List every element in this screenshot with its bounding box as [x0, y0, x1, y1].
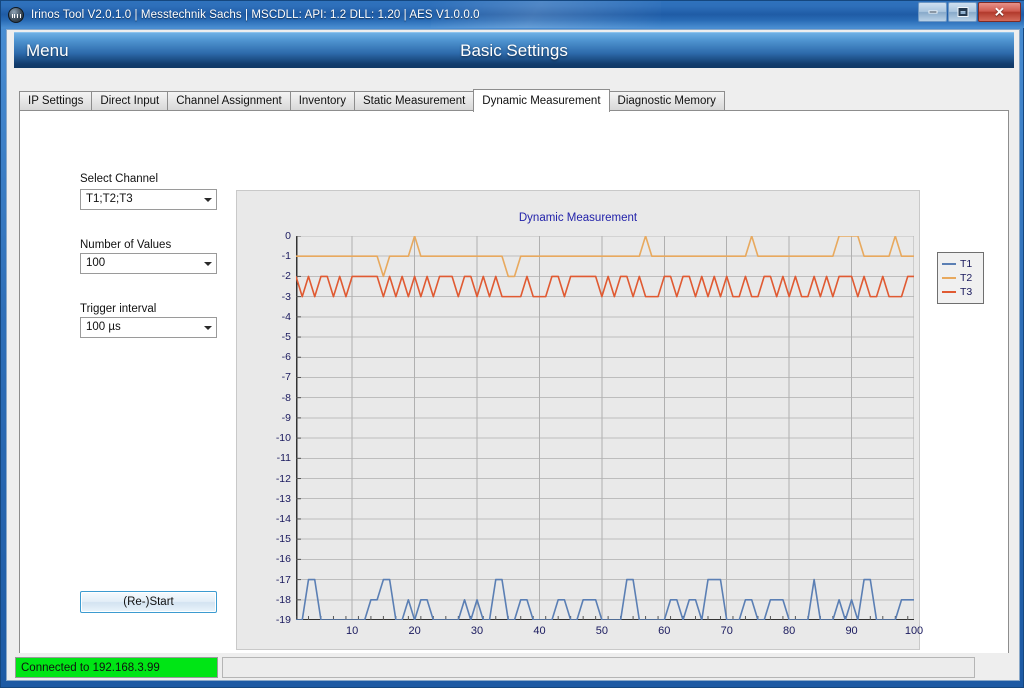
trigger-interval-dropdown[interactable]: 100 µs	[80, 317, 217, 338]
connection-status-badge: Connected to 192.168.3.99	[15, 657, 218, 678]
status-message-area	[222, 657, 975, 678]
y-axis-tick-label: -6	[281, 351, 291, 364]
y-axis-tick-label: -10	[275, 432, 291, 445]
y-axis-tick-label: -16	[275, 553, 291, 566]
waveform-icon	[8, 6, 24, 23]
x-axis-tick-label: 80	[783, 625, 796, 637]
header-band: Menu Basic Settings	[14, 32, 1014, 68]
y-axis-tick-label: -8	[281, 391, 291, 404]
y-axis-tick-label: -19	[275, 614, 291, 626]
legend-label: T2	[960, 272, 973, 284]
tab-direct-input[interactable]: Direct Input	[91, 91, 169, 111]
legend-label: T3	[960, 286, 973, 298]
chart-svg	[296, 236, 914, 620]
tab-dynamic-measurement[interactable]: Dynamic Measurement	[473, 89, 610, 112]
legend-label: T1	[960, 258, 973, 270]
trigger-interval-value: 100 µs	[86, 321, 121, 333]
y-axis-tick-label: -15	[275, 533, 291, 546]
y-axis-tick-label: 0	[285, 230, 291, 242]
trigger-interval-label: Trigger interval	[80, 303, 157, 315]
x-axis-tick-label: 10	[346, 625, 359, 637]
legend-color-swatch	[942, 291, 956, 293]
chevron-down-icon[interactable]	[199, 318, 216, 337]
minimize-button[interactable]	[918, 2, 947, 22]
tab-ip-settings[interactable]: IP Settings	[19, 91, 93, 111]
x-axis-tick-label: 30	[470, 625, 484, 637]
x-axis-tick-label: 60	[658, 625, 671, 637]
y-axis-tick-label: -11	[276, 452, 291, 465]
y-axis-tick-label: -12	[275, 472, 291, 485]
status-bar: Connected to 192.168.3.99	[6, 653, 1020, 681]
y-axis-tick-label: -18	[275, 593, 291, 606]
tab-channel-assignment[interactable]: Channel Assignment	[167, 91, 291, 111]
legend-item: T1	[942, 257, 979, 271]
legend-color-swatch	[942, 277, 956, 279]
restart-button[interactable]: (Re-)Start	[80, 591, 217, 613]
tab-diagnostic-memory[interactable]: Diagnostic Memory	[608, 91, 725, 111]
chevron-down-icon[interactable]	[199, 190, 216, 209]
legend-color-swatch	[942, 263, 956, 265]
x-axis-tick-label: 50	[595, 625, 608, 637]
x-axis-tick-label: 100	[904, 625, 924, 637]
number-of-values-value: 100	[86, 257, 106, 269]
close-button[interactable]: ✕	[978, 2, 1021, 22]
select-channel-label: Select Channel	[80, 173, 158, 185]
number-of-values-label: Number of Values	[80, 239, 172, 251]
tab-page-dynamic-measurement: Select Channel T1;T2;T3 Number of Values…	[19, 110, 1009, 660]
tab-static-measurement[interactable]: Static Measurement	[354, 91, 475, 111]
y-axis-tick-label: -1	[281, 250, 291, 263]
x-axis-tick-label: 20	[408, 625, 421, 637]
select-channel-dropdown[interactable]: T1;T2;T3	[80, 189, 217, 210]
y-axis-tick-label: -2	[281, 270, 291, 283]
y-axis-tick-label: -5	[281, 331, 291, 344]
minimize-icon	[928, 10, 937, 14]
x-axis-tick-label: 70	[720, 625, 733, 637]
page-title: Basic Settings	[460, 40, 568, 60]
chart-title: Dynamic Measurement	[518, 212, 638, 224]
legend-item: T2	[942, 271, 979, 285]
application-window: Irinos Tool V2.0.1.0 | Messtechnik Sachs…	[0, 0, 1024, 688]
y-axis-tick-label: -3	[281, 290, 291, 303]
client-area: Menu Basic Settings IP Settings Direct I…	[6, 29, 1020, 681]
window-title: Irinos Tool V2.0.1.0 | Messtechnik Sachs…	[31, 8, 480, 21]
y-axis-tick-label: -17	[275, 573, 291, 586]
chart-panel: Dynamic Measurement 0 -1 -2 -3 -4 -5 -6 -7 -8 -9 -…	[236, 190, 984, 650]
maximize-icon	[958, 8, 967, 16]
y-axis-tick-label: -14	[275, 512, 291, 525]
close-icon: ✕	[994, 4, 1005, 20]
x-axis-tick-label: 40	[533, 625, 546, 637]
y-axis-tick-label: -13	[275, 492, 291, 505]
chart-plot-area: 0 -1 -2 -3 -4 -5 -6 -7 -8 -9 -10 -11 -12 -13 -14 -15 -16…	[276, 230, 923, 637]
chevron-down-icon[interactable]	[199, 254, 216, 273]
title-bar: Irinos Tool V2.0.1.0 | Messtechnik Sachs…	[1, 1, 1024, 28]
tab-inventory[interactable]: Inventory	[289, 91, 356, 111]
maximize-button[interactable]	[948, 2, 977, 22]
tab-strip: IP Settings Direct Input Channel Assignm…	[19, 89, 1009, 112]
y-axis-tick-label: -4	[281, 310, 291, 323]
chart-legend: T1 T2 T3	[937, 252, 984, 304]
legend-item: T3	[942, 285, 979, 299]
x-axis-tick-label: 90	[845, 625, 858, 637]
menu-button[interactable]: Menu	[26, 41, 69, 61]
window-controls: ✕	[917, 2, 1021, 22]
select-channel-value: T1;T2;T3	[86, 193, 133, 205]
y-axis-tick-label: -9	[281, 411, 291, 424]
y-axis-tick-label: -7	[281, 371, 291, 384]
number-of-values-dropdown[interactable]: 100	[80, 253, 217, 274]
